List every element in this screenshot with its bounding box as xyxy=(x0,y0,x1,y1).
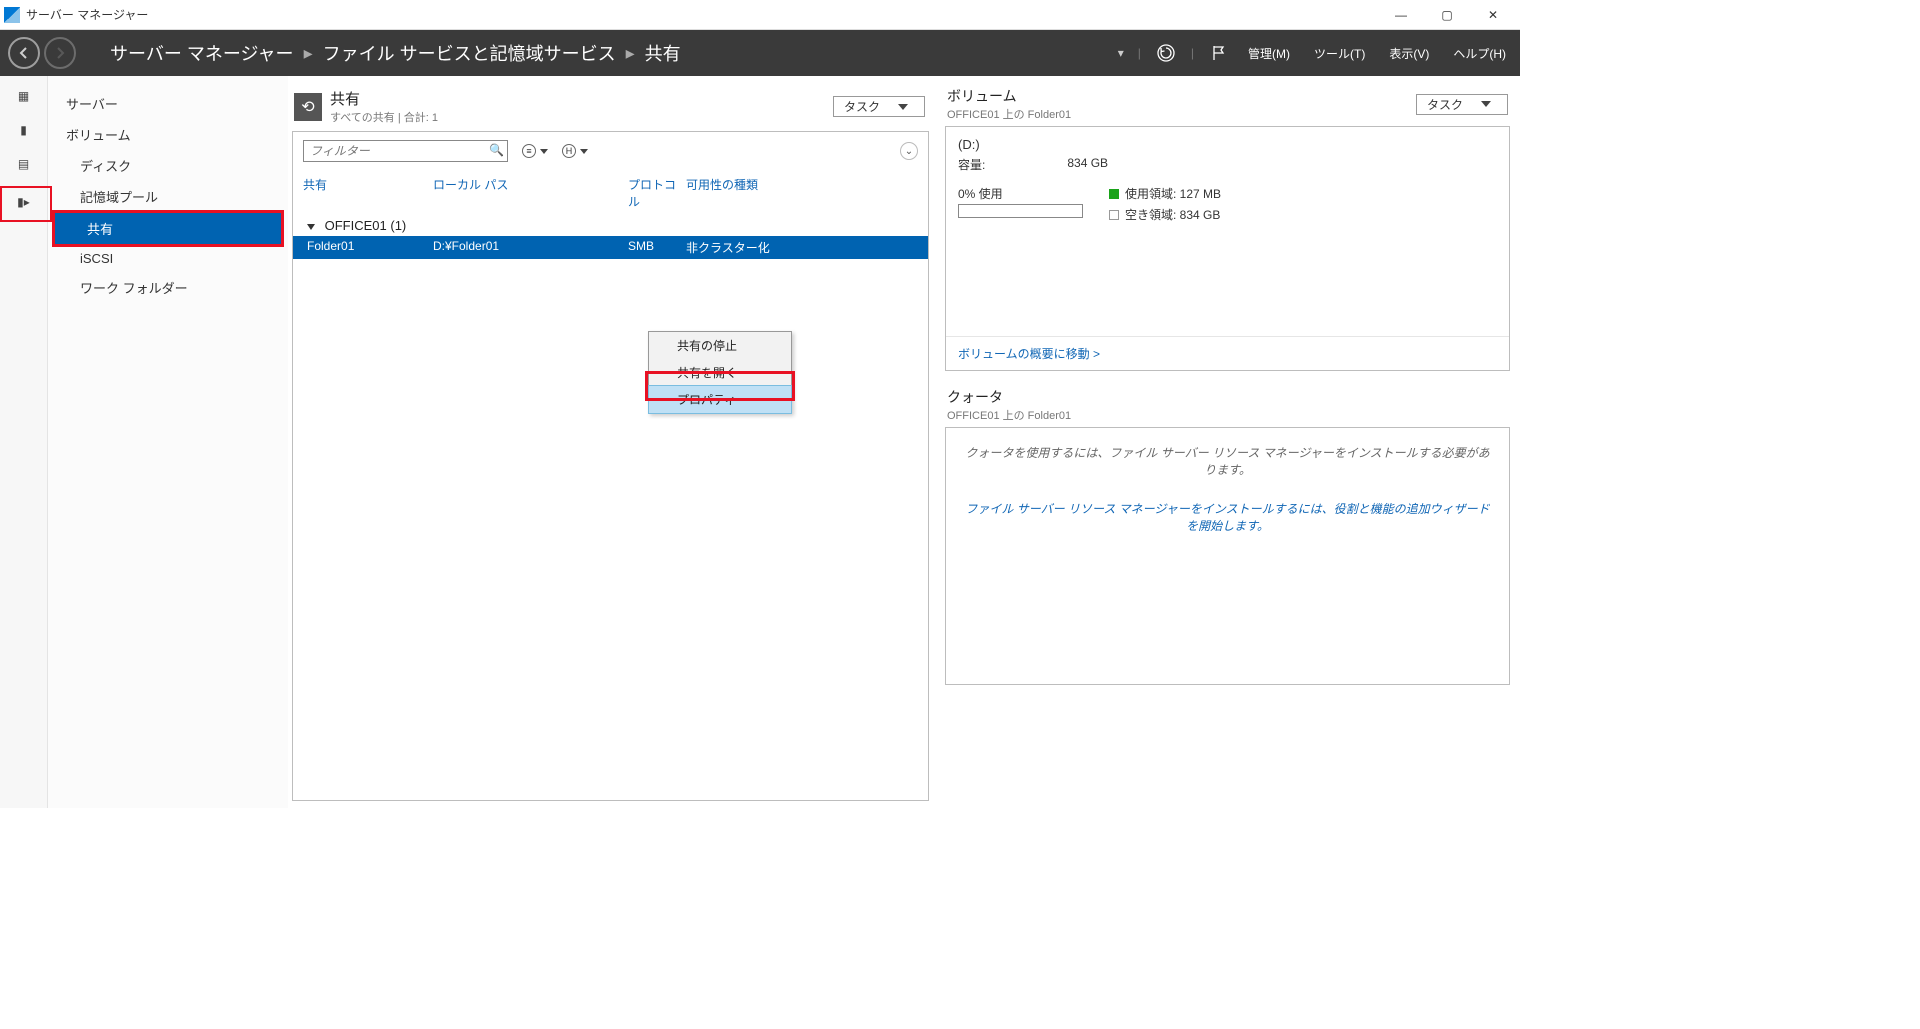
sidebar-item-shares[interactable]: 共有 xyxy=(55,213,281,244)
menu-manage[interactable]: 管理(M) xyxy=(1242,41,1296,66)
menu-view[interactable]: 表示(V) xyxy=(1383,41,1435,66)
maximize-button[interactable]: ▢ xyxy=(1424,0,1470,30)
search-icon[interactable]: 🔍 xyxy=(489,143,504,157)
volume-panel-header: ボリューム OFFICE01 上の Folder01 タスク xyxy=(945,86,1510,126)
breadcrumb-item[interactable]: 共有 xyxy=(645,40,681,66)
cell-share: Folder01 xyxy=(303,239,433,256)
sidebar-item-work-folders[interactable]: ワーク フォルダー xyxy=(48,272,288,303)
menu-help[interactable]: ヘルプ(H) xyxy=(1447,41,1512,66)
titlebar: サーバー マネージャー — ▢ ✕ xyxy=(0,0,1520,30)
group-row[interactable]: OFFICE01 (1) xyxy=(293,214,928,236)
caret-down-icon xyxy=(898,104,908,110)
chevron-right-icon: ▸ xyxy=(626,43,635,64)
volume-subtitle: OFFICE01 上の Folder01 xyxy=(947,106,1416,122)
share-row[interactable]: Folder01 D:¥Folder01 SMB 非クラスター化 xyxy=(293,236,928,259)
ctx-properties[interactable]: プロパティ xyxy=(648,385,792,414)
sidebar-item-storage-pools[interactable]: 記憶域プール xyxy=(48,181,288,212)
menu-tools[interactable]: ツール(T) xyxy=(1308,41,1371,66)
app-icon xyxy=(4,7,20,23)
refresh-icon[interactable] xyxy=(1155,42,1177,64)
servers-icon[interactable]: ▮ xyxy=(13,122,35,138)
header-bar: サーバー マネージャー ▸ ファイル サービスと記憶域サービス ▸ 共有 ▾ |… xyxy=(0,30,1520,76)
shares-tasks-button[interactable]: タスク xyxy=(833,96,925,117)
quota-message: クォータを使用するには、ファイル サーバー リソース マネージャーをインストール… xyxy=(962,444,1493,478)
col-protocol[interactable]: プロトコル xyxy=(628,176,686,210)
tasks-label: タスク xyxy=(844,98,880,115)
usage-bar xyxy=(958,204,1083,218)
sidebar-item-disks[interactable]: ディスク xyxy=(48,150,288,181)
filter-input[interactable] xyxy=(303,140,508,162)
dashboard-icon[interactable]: ▦ xyxy=(13,88,35,104)
volumes-icon[interactable]: ▤ xyxy=(13,156,35,172)
shares-panel-header: ⟲ 共有 すべての共有 | 合計: 1 タスク xyxy=(292,86,929,131)
grid-header: 共有 ローカル パス プロトコル 可用性の種類 xyxy=(293,170,928,214)
ctx-stop-sharing[interactable]: 共有の停止 xyxy=(649,332,791,359)
breadcrumb[interactable]: サーバー マネージャー ▸ ファイル サービスと記憶域サービス ▸ 共有 xyxy=(110,40,681,66)
shares-title: 共有 xyxy=(330,88,833,109)
nav-forward-button[interactable] xyxy=(44,37,76,69)
caret-down-icon xyxy=(580,149,588,154)
breadcrumb-item[interactable]: サーバー マネージャー xyxy=(110,40,294,66)
capacity-value: 834 GB xyxy=(1067,156,1108,173)
sidebar-item-iscsi[interactable]: iSCSI xyxy=(48,245,288,272)
cell-path: D:¥Folder01 xyxy=(433,239,628,256)
cell-protocol: SMB xyxy=(628,239,686,256)
flag-icon[interactable] xyxy=(1208,42,1230,64)
ctx-open-share[interactable]: 共有を開く xyxy=(649,359,791,386)
window-title: サーバー マネージャー xyxy=(26,6,1378,23)
minimize-button[interactable]: — xyxy=(1378,0,1424,30)
views-button[interactable]: ≡ xyxy=(522,144,548,158)
free-label: 空き領域: 834 GB xyxy=(1125,206,1220,223)
quota-install-link[interactable]: ファイル サーバー リソース マネージャーをインストールするには、役割と機能の追… xyxy=(962,500,1493,534)
volume-drive: (D:) xyxy=(958,137,1497,152)
chevron-right-icon: ▸ xyxy=(304,43,313,64)
shares-icon: ⟲ xyxy=(294,93,322,121)
breadcrumb-item[interactable]: ファイル サービスと記憶域サービス xyxy=(323,40,616,66)
sidebar: サーバー ボリューム ディスク 記憶域プール 共有 iSCSI ワーク フォルダ… xyxy=(48,76,288,808)
volume-tasks-button[interactable]: タスク xyxy=(1416,94,1508,115)
sidebar-item-volumes[interactable]: ボリューム xyxy=(48,119,288,150)
expand-toggle-button[interactable]: ⌄ xyxy=(900,142,918,160)
query-button[interactable]: H xyxy=(562,144,588,158)
capacity-label: 容量: xyxy=(958,156,985,173)
file-services-icon[interactable]: ▮▸ xyxy=(4,190,44,214)
icon-rail: ▦ ▮ ▤ ▮▸ xyxy=(0,76,48,808)
used-label: 使用領域: 127 MB xyxy=(1125,185,1221,202)
close-button[interactable]: ✕ xyxy=(1470,0,1516,30)
usage-label: 0% 使用 xyxy=(958,185,1083,202)
volume-overview-link[interactable]: ボリュームの概要に移動 > xyxy=(946,336,1509,370)
tasks-label: タスク xyxy=(1427,96,1463,113)
nav-back-button[interactable] xyxy=(8,37,40,69)
caret-down-icon xyxy=(540,149,548,154)
context-menu: 共有の停止 共有を開く プロパティ xyxy=(648,331,792,414)
cell-availability: 非クラスター化 xyxy=(686,239,918,256)
caret-down-icon xyxy=(1481,101,1491,107)
volume-title: ボリューム xyxy=(947,86,1416,106)
used-swatch-icon xyxy=(1109,189,1119,199)
col-share[interactable]: 共有 xyxy=(303,176,433,210)
group-label: OFFICE01 (1) xyxy=(325,218,407,233)
collapse-icon xyxy=(307,224,315,230)
free-swatch-icon xyxy=(1109,210,1119,220)
col-availability[interactable]: 可用性の種類 xyxy=(686,176,918,210)
quota-subtitle: OFFICE01 上の Folder01 xyxy=(947,407,1508,423)
col-path[interactable]: ローカル パス xyxy=(433,176,628,210)
shares-subtitle: すべての共有 | 合計: 1 xyxy=(330,109,833,125)
quota-panel-header: クォータ OFFICE01 上の Folder01 xyxy=(945,387,1510,427)
sidebar-item-servers[interactable]: サーバー xyxy=(48,88,288,119)
quota-title: クォータ xyxy=(947,387,1508,407)
